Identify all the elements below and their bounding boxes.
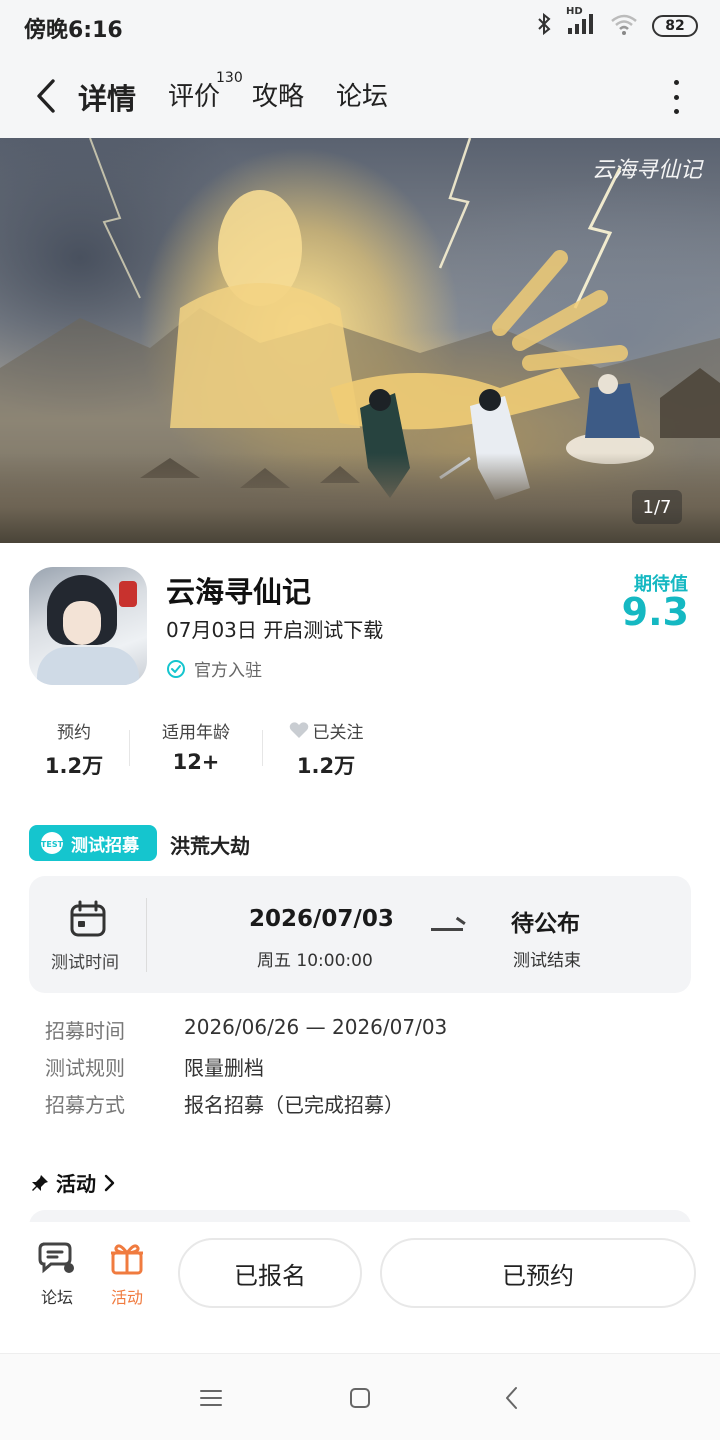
bluetooth-icon [536, 12, 552, 40]
stat-follow[interactable]: 已关注 1.2万 [278, 718, 374, 780]
info-key: 招募方式 [45, 1093, 125, 1117]
test-badge-icon: TEST [41, 832, 64, 854]
test-name: 洪荒大劫 [170, 834, 250, 858]
test-recruit-tag: TEST 测试招募 [29, 825, 157, 861]
tab-guides[interactable]: 攻略 [252, 76, 304, 113]
tab-forum-label: 论坛 [336, 82, 389, 112]
signed-up-button-label: 已报名 [234, 1261, 306, 1290]
gift-icon [111, 1244, 143, 1275]
network-type-label: HD [566, 6, 583, 17]
banner-logo: 云海寻仙记 [591, 158, 702, 183]
tab-forum[interactable]: 论坛 [336, 76, 388, 113]
more-dot-icon [673, 94, 679, 100]
info-value: 报名招募（已完成招募） [184, 1093, 404, 1117]
icon-character-robe [37, 647, 139, 685]
signal-icon: HD [566, 6, 596, 40]
banner-page-indicator: 1/7 [632, 490, 682, 524]
reserved-button-label: 已预约 [502, 1261, 574, 1290]
official-badge: 官方入驻 [166, 656, 262, 681]
activity-section-link[interactable]: 活动 [30, 1168, 116, 1197]
forum-shortcut-label: 论坛 [40, 1288, 73, 1307]
activity-shortcut[interactable]: 活动 [97, 1240, 157, 1308]
forum-chat-icon [38, 1242, 74, 1274]
heart-icon [289, 722, 308, 738]
stat-reservations: 预约 1.2万 [38, 718, 110, 780]
back-arrow-icon [37, 79, 55, 113]
stat-follow-label: 已关注 [312, 722, 364, 743]
game-title: 云海寻仙记 [166, 575, 312, 609]
back-button[interactable] [26, 74, 66, 118]
status-time: 傍晚6:16 [24, 18, 123, 43]
tab-reviews-label: 评价 [168, 82, 221, 112]
calendar-icon [69, 900, 107, 942]
bottom-action-bar: 论坛 活动 已报名 已预约 [0, 1222, 720, 1328]
tab-guides-label: 攻略 [252, 82, 305, 112]
test-start-time: 周五 10:00:00 [257, 951, 373, 971]
home-nav-button[interactable] [345, 1384, 375, 1412]
top-nav: 详情 评价 130 攻略 论坛 [0, 52, 720, 138]
menu-icon [200, 1390, 222, 1406]
stat-follow-value: 1.2万 [296, 754, 356, 778]
tab-details[interactable]: 详情 [76, 76, 139, 118]
card-divider [146, 898, 147, 972]
test-time-card: 测试时间 2026/07/03 周五 10:00:00 待公布 测试结束 [29, 876, 691, 993]
info-value: 2026/06/26 — 2026/07/03 [184, 1015, 448, 1039]
test-time-label: 测试时间 [51, 953, 119, 973]
more-options-button[interactable] [664, 80, 688, 114]
info-row-recruit-time: 招募时间 2026/06/26 — 2026/07/03 [45, 1015, 447, 1044]
status-icons: HD 82 [536, 6, 698, 40]
info-key: 测试规则 [45, 1056, 125, 1080]
icon-character-face [63, 601, 101, 645]
svg-text:TEST: TEST [41, 840, 64, 849]
stat-age-value: 12+ [172, 750, 220, 774]
banner-ground [0, 453, 720, 543]
menu-nav-button[interactable] [196, 1384, 226, 1412]
expectation-score: 9.3 [621, 590, 689, 634]
home-square-icon [350, 1388, 370, 1408]
info-row-recruit-method: 招募方式 报名招募（已完成招募） [45, 1089, 404, 1118]
system-navigation-bar [0, 1353, 720, 1440]
game-banner-carousel[interactable]: 云海寻仙记 1/7 [0, 138, 720, 543]
chevron-right-icon [104, 1174, 115, 1191]
test-start-date: 2026/07/03 [249, 906, 394, 932]
stat-divider [129, 730, 130, 766]
pin-icon [32, 1174, 48, 1191]
game-icon [29, 567, 147, 685]
more-dot-icon [673, 109, 679, 114]
test-recruit-tag-label: 测试招募 [71, 835, 139, 856]
tab-details-label: 详情 [78, 82, 137, 116]
stat-reservations-label: 预约 [57, 722, 91, 743]
test-end-label: 测试结束 [513, 951, 581, 971]
reviews-count-badge: 130 [216, 70, 243, 86]
more-dot-icon [673, 80, 679, 85]
back-nav-button[interactable] [497, 1384, 527, 1412]
info-value: 限量删档 [184, 1056, 264, 1080]
stat-reservations-value: 1.2万 [44, 754, 104, 778]
wifi-icon [610, 12, 638, 40]
info-row-test-rules: 测试规则 限量删档 [45, 1052, 264, 1081]
official-badge-label: 官方入驻 [194, 661, 262, 681]
stat-age-label: 适用年龄 [162, 722, 230, 743]
forum-shortcut[interactable]: 论坛 [27, 1240, 87, 1308]
tab-reviews[interactable]: 评价 [168, 76, 220, 113]
back-triangle-icon [506, 1387, 517, 1409]
test-download-date: 07月03日 开启测试下载 [166, 618, 384, 642]
check-circle-icon [167, 659, 185, 678]
reserved-button[interactable]: 已预约 [380, 1238, 696, 1308]
arrow-right-icon [431, 928, 463, 931]
stat-divider [262, 730, 263, 766]
status-bar: 傍晚6:16 HD 82 [0, 0, 720, 52]
battery-indicator: 82 [652, 15, 698, 37]
signed-up-button[interactable]: 已报名 [178, 1238, 362, 1308]
activity-shortcut-label: 活动 [110, 1288, 143, 1307]
test-end-status: 待公布 [511, 911, 580, 937]
icon-seal-mark [119, 581, 137, 607]
activity-section-title: 活动 [56, 1172, 96, 1196]
stat-age-rating: 适用年龄 12+ [148, 718, 244, 775]
info-key: 招募时间 [45, 1019, 125, 1043]
